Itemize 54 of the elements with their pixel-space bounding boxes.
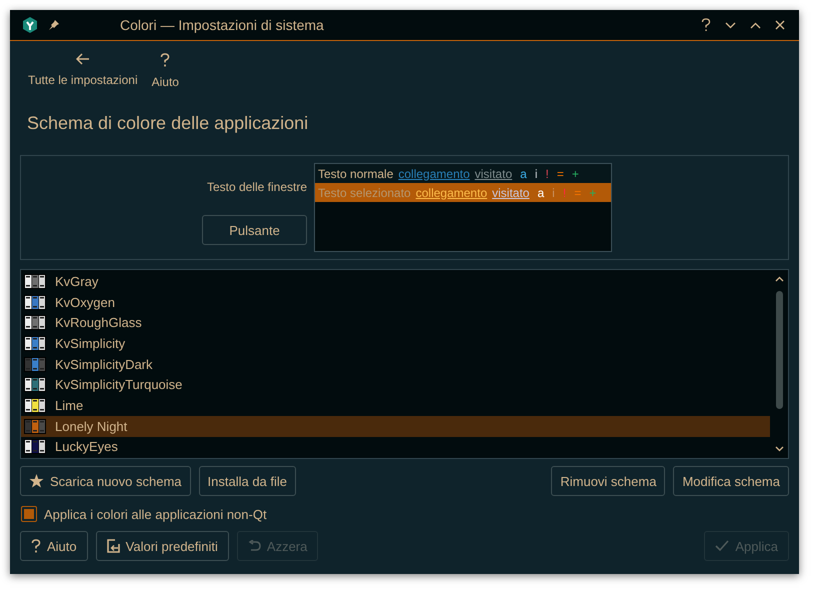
preview-text: visitato: [474, 166, 512, 180]
preview-text: visitato: [492, 186, 530, 200]
scroll-down-icon[interactable]: [774, 446, 784, 452]
preview-text: !: [562, 186, 566, 200]
preview-text: i: [534, 166, 538, 180]
maximize-icon[interactable]: [750, 22, 761, 28]
preview-text: i: [552, 186, 555, 200]
undo-icon: [248, 540, 261, 552]
scroll-up-icon[interactable]: [774, 276, 784, 282]
scheme-action-button[interactable]: Installa da file: [198, 466, 296, 496]
footer-button[interactable]: Valori predefiniti: [96, 531, 229, 561]
checkbox[interactable]: [21, 506, 37, 522]
back-arrow-icon: [76, 53, 90, 65]
footer-button[interactable]: Aiuto: [20, 531, 88, 561]
scheme-item[interactable]: Lonely Night: [21, 416, 770, 436]
toolbar-button[interactable]: Aiuto: [148, 51, 183, 91]
scheme-item[interactable]: KvSimplicityDark: [21, 354, 770, 374]
pin-icon[interactable]: [48, 19, 60, 31]
scheme-item[interactable]: KvGray: [21, 271, 770, 292]
preview-text: =: [556, 166, 564, 180]
preview-text: =: [574, 186, 582, 200]
preview-text: Testo normale: [318, 166, 394, 180]
scheme-item[interactable]: KvOxygen: [21, 292, 770, 312]
scheme-item[interactable]: KvSimplicityTurquoise: [21, 374, 770, 396]
preview-text: a: [537, 186, 544, 200]
close-icon[interactable]: [775, 20, 785, 30]
preview-text: +: [589, 186, 596, 200]
checkmark-icon: [715, 540, 730, 552]
preview-button[interactable]: Pulsante: [202, 215, 307, 245]
preview-text: a: [520, 166, 527, 180]
help-icon[interactable]: [701, 18, 711, 32]
scheme-action-button[interactable]: Modifica schema: [673, 466, 789, 496]
preview-text: collegamento: [416, 186, 488, 200]
document-arrow-icon: [106, 539, 120, 553]
help-icon: [160, 53, 170, 67]
scheme-item[interactable]: LuckyEyes: [21, 436, 770, 458]
window-title: Colori — Impostazioni di sistema: [119, 17, 324, 33]
scheme-item[interactable]: KvSimplicity: [21, 333, 770, 354]
preview-text: collegamento: [398, 166, 470, 180]
app-icon: [22, 17, 38, 33]
preview-text: Testo selezionato: [318, 186, 411, 200]
preview-label: Testo delle finestre: [206, 180, 307, 194]
minimize-icon[interactable]: [725, 22, 736, 28]
scheme-item[interactable]: KvRoughGlass: [21, 312, 770, 334]
toolbar-button[interactable]: Tutte le impostazioni: [24, 51, 142, 91]
preview-text: !: [545, 166, 549, 180]
page-heading: Schema di colore delle applicazioni: [27, 113, 310, 135]
scheme-action-button[interactable]: Rimuovi schema: [551, 466, 666, 496]
star-icon: [29, 474, 44, 488]
scheme-action-button[interactable]: Scarica nuovo schema: [20, 466, 191, 496]
preview-text: +: [572, 166, 579, 180]
scheme-item[interactable]: Lime: [21, 395, 770, 416]
checkbox-label[interactable]: Applica i colori alle applicazioni non-Qt: [44, 506, 267, 522]
help-icon: [31, 539, 41, 553]
